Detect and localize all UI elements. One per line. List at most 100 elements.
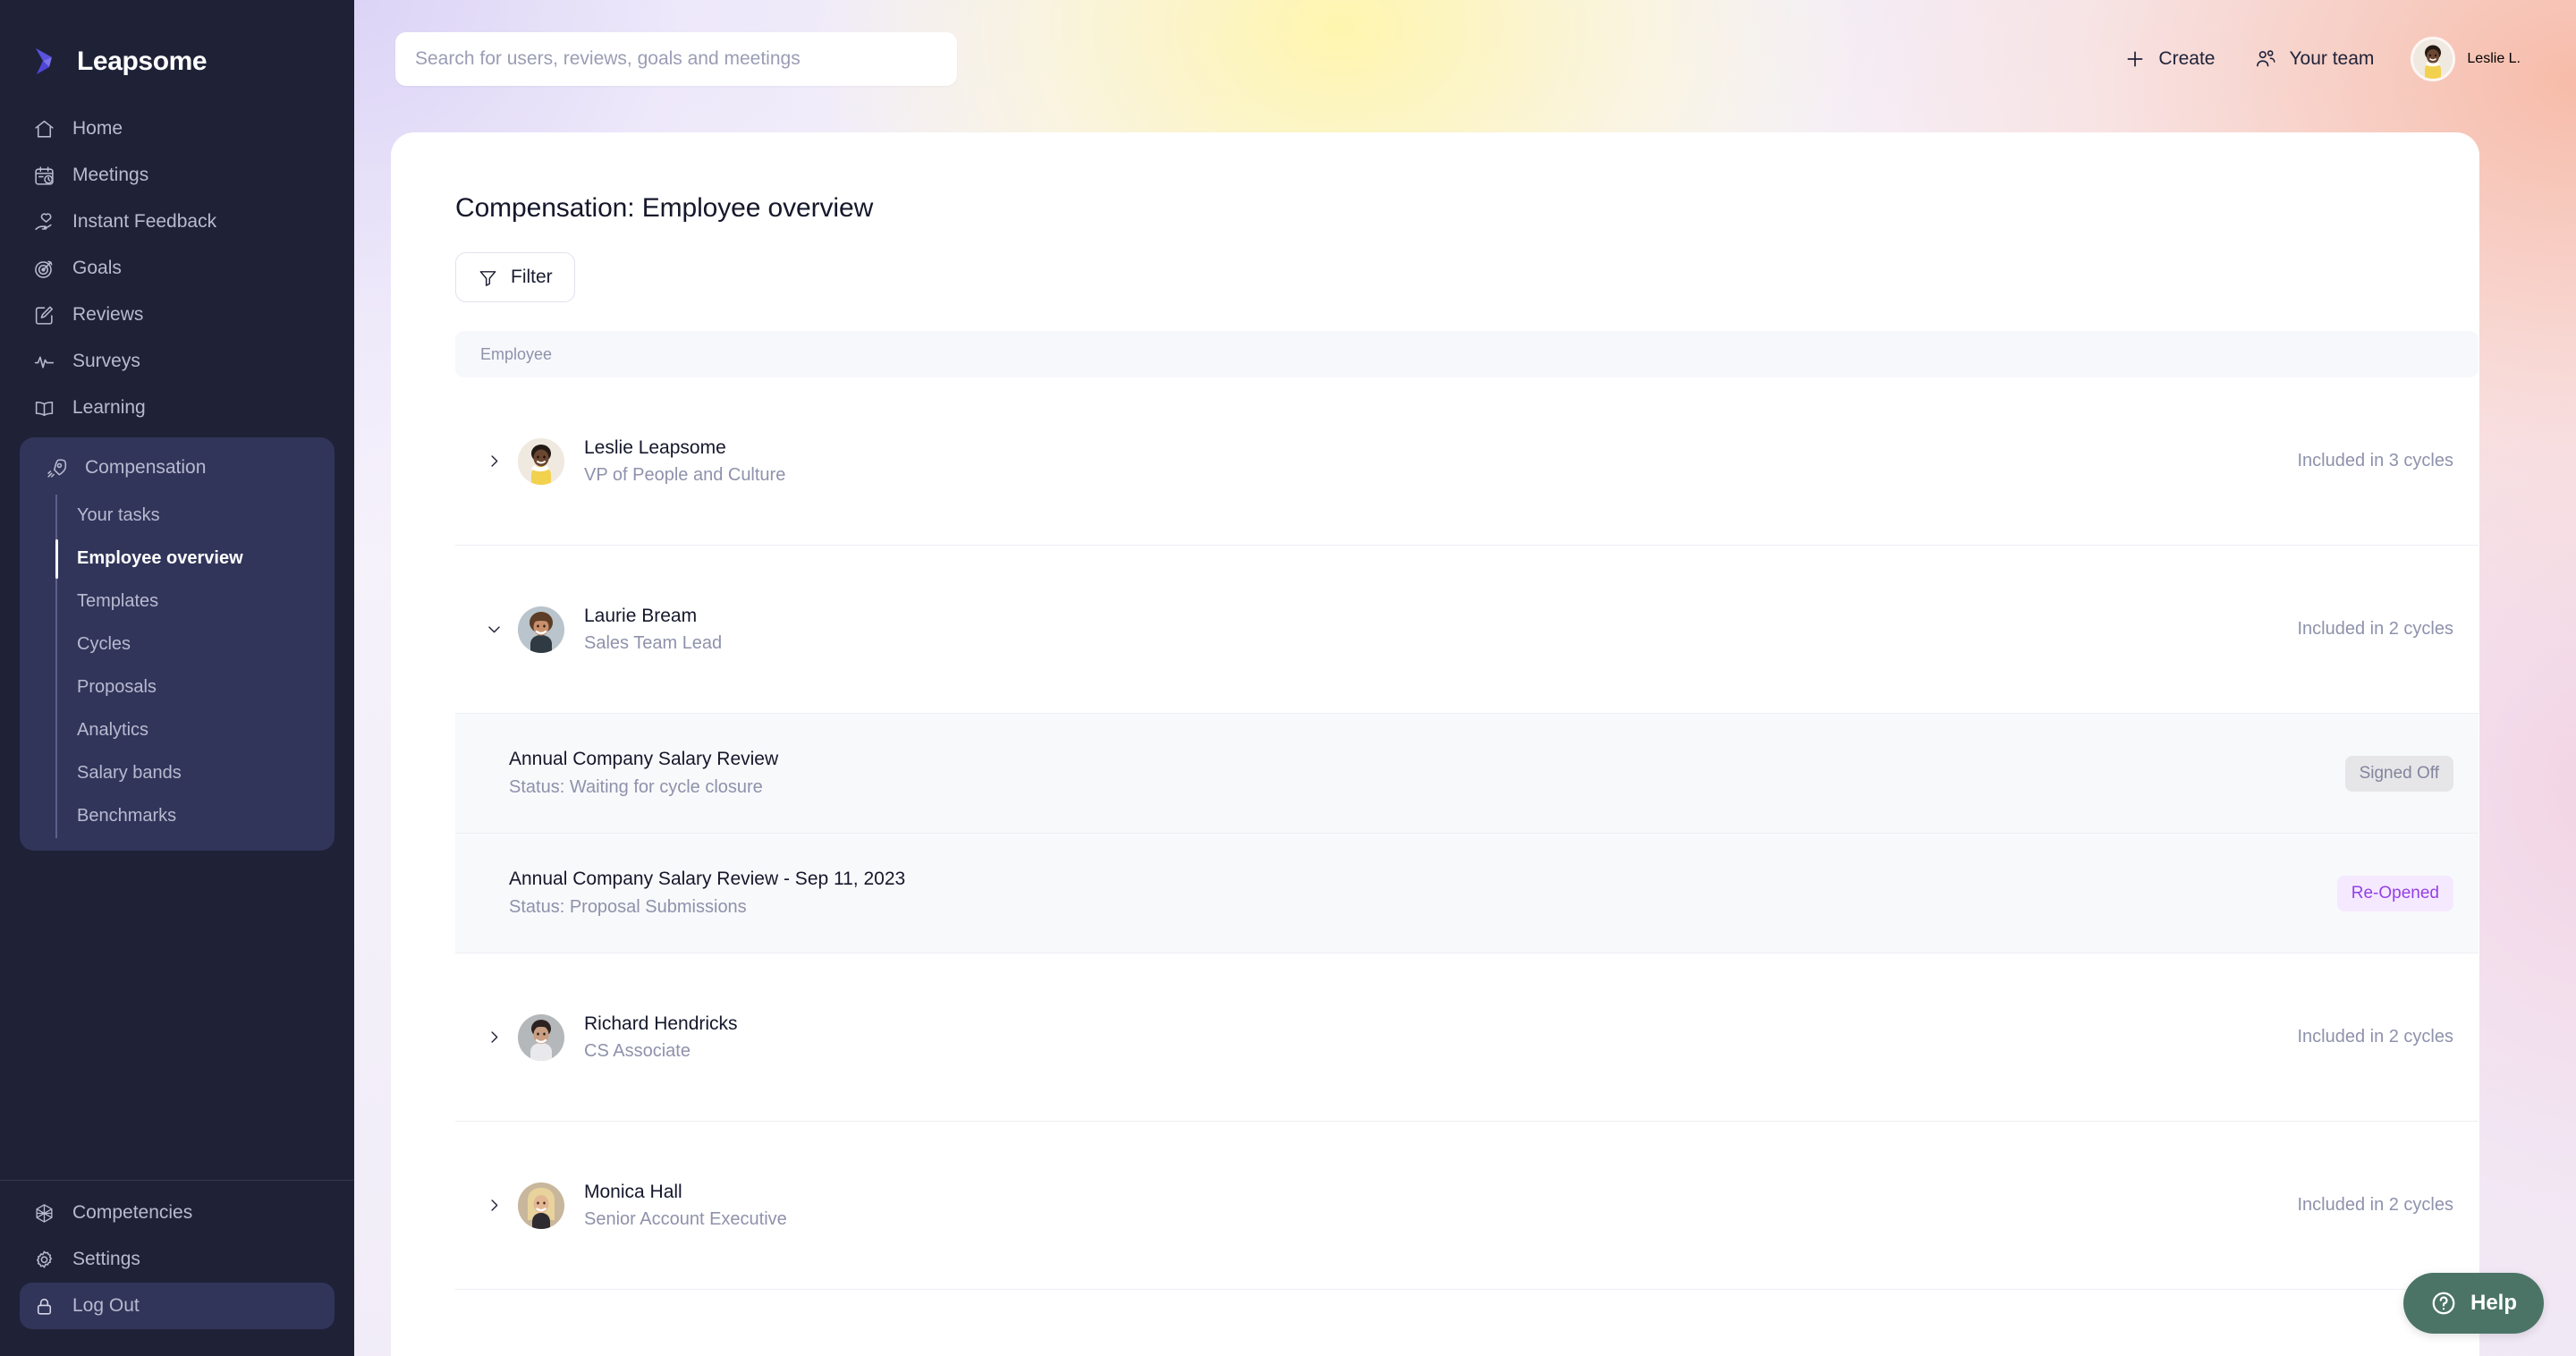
sidebar-item-logout[interactable]: Log Out xyxy=(20,1283,335,1329)
calendar-clock-icon xyxy=(32,164,55,187)
employee-identity: Laurie Bream Sales Team Lead xyxy=(518,606,722,654)
target-icon xyxy=(32,257,55,280)
chevron-right-icon[interactable] xyxy=(480,1029,507,1046)
sidebar-item-label: Surveys xyxy=(72,351,140,371)
people-icon xyxy=(2254,47,2277,71)
sidebar-item-proposals[interactable]: Proposals xyxy=(77,666,335,709)
sidebar-item-cycles[interactable]: Cycles xyxy=(77,623,335,666)
sidebar-item-instant-feedback[interactable]: Instant Feedback xyxy=(20,199,335,245)
your-team-label: Your team xyxy=(2289,48,2375,69)
employee-name: Monica Hall xyxy=(584,1181,682,1202)
employee-identity: Monica Hall Senior Account Executive xyxy=(518,1182,787,1230)
user-label: Leslie L. xyxy=(2467,51,2521,66)
brand-name: Leapsome xyxy=(77,47,208,76)
sidebar-item-reviews[interactable]: Reviews xyxy=(20,292,335,338)
avatar xyxy=(518,606,564,653)
cycle-row[interactable]: Annual Company Salary Review - Sep 11, 2… xyxy=(455,834,2479,953)
employee-cycle-count: Included in 3 cycles xyxy=(2297,451,2453,470)
sidebar-item-label: Competencies xyxy=(72,1202,193,1223)
employee-identity: Leslie Leapsome VP of People and Culture xyxy=(518,437,785,486)
sidebar-item-label: Log Out xyxy=(72,1295,140,1316)
employee-name: Leslie Leapsome xyxy=(584,436,726,458)
sidebar-item-benchmarks[interactable]: Benchmarks xyxy=(77,795,335,838)
employee-identity: Richard Hendricks CS Associate xyxy=(518,1013,738,1062)
sidebar-item-meetings[interactable]: Meetings xyxy=(20,152,335,199)
employee-cycle-count: Included in 2 cycles xyxy=(2297,1195,2453,1215)
sidebar-item-learning[interactable]: Learning xyxy=(20,385,335,431)
home-icon xyxy=(32,117,55,140)
employee-text: Monica Hall Senior Account Executive xyxy=(584,1182,787,1230)
brand[interactable]: Leapsome xyxy=(0,0,354,86)
sidebar-group-compensation: Compensation Your tasks Employee overvie… xyxy=(20,437,335,851)
help-label: Help xyxy=(2470,1291,2517,1315)
chevron-right-icon[interactable] xyxy=(480,1197,507,1214)
cycle-title: Annual Company Salary Review xyxy=(509,749,779,769)
main-content-card: Compensation: Employee overview Filter E… xyxy=(391,132,2479,1356)
table-header-row: Employee xyxy=(455,331,2479,377)
status-badge: Signed Off xyxy=(2344,755,2453,792)
table-row[interactable]: Monica Hall Senior Account Executive Inc… xyxy=(455,1122,2479,1290)
table-row[interactable]: Laurie Bream Sales Team Lead Included in… xyxy=(455,546,2479,714)
sidebar-item-label: Instant Feedback xyxy=(72,211,217,232)
your-team-button[interactable]: Your team xyxy=(2254,47,2374,71)
pulse-icon xyxy=(32,350,55,373)
sidebar-item-goals[interactable]: Goals xyxy=(20,245,335,292)
employee-text: Leslie Leapsome VP of People and Culture xyxy=(584,437,785,486)
cycle-status: Status: Waiting for cycle closure xyxy=(509,777,763,797)
table-row[interactable]: Leslie Leapsome VP of People and Culture… xyxy=(455,377,2479,546)
sidebar-item-label: Goals xyxy=(72,258,122,278)
column-header-employee: Employee xyxy=(480,344,553,363)
employee-text: Richard Hendricks CS Associate xyxy=(584,1013,738,1062)
sidebar-item-settings[interactable]: Settings xyxy=(20,1236,335,1283)
create-button[interactable]: Create xyxy=(2123,47,2215,71)
filter-icon xyxy=(478,267,498,288)
employee-name: Richard Hendricks xyxy=(584,1013,738,1034)
employee-role: Senior Account Executive xyxy=(584,1208,787,1229)
table-row[interactable]: Richard Hendricks CS Associate Included … xyxy=(455,953,2479,1122)
create-label: Create xyxy=(2158,48,2216,69)
sidebar-item-analytics[interactable]: Analytics xyxy=(77,709,335,752)
sidebar-item-label: Home xyxy=(72,118,123,139)
cycle-row[interactable]: Annual Company Salary Review Status: Wai… xyxy=(455,714,2479,834)
sidebar-item-salary-bands[interactable]: Salary bands xyxy=(77,752,335,795)
sidebar-item-templates[interactable]: Templates xyxy=(77,581,335,623)
leapsome-logo-icon xyxy=(32,46,64,78)
user-menu[interactable]: Leslie L. xyxy=(2413,39,2521,79)
filter-label: Filter xyxy=(511,267,553,287)
sidebar-item-surveys[interactable]: Surveys xyxy=(20,338,335,385)
topbar-actions: Create Your team Leslie L. xyxy=(2123,39,2521,79)
sidebar-item-label: Reviews xyxy=(72,304,144,325)
competency-icon xyxy=(32,1201,55,1225)
avatar xyxy=(2413,39,2453,79)
sidebar-item-competencies[interactable]: Competencies xyxy=(20,1190,335,1236)
search-input[interactable] xyxy=(395,32,957,86)
sidebar-item-your-tasks[interactable]: Your tasks xyxy=(77,495,335,538)
help-button[interactable]: Help xyxy=(2402,1273,2544,1334)
sidebar-nav: Home Meetings Instant Feedback Goals Rev… xyxy=(0,106,354,851)
sidebar-item-label: Compensation xyxy=(85,457,207,478)
sidebar-item-label: Learning xyxy=(72,397,146,418)
cycle-text: Annual Company Salary Review Status: Wai… xyxy=(480,749,778,798)
status-badge: Re-Opened xyxy=(2336,875,2453,911)
filter-button[interactable]: Filter xyxy=(455,252,575,302)
sidebar-divider xyxy=(0,1180,354,1181)
topbar: Create Your team xyxy=(354,0,2576,118)
employee-role: CS Associate xyxy=(584,1040,691,1061)
chevron-down-icon[interactable] xyxy=(480,621,507,638)
employee-role: VP of People and Culture xyxy=(584,464,786,485)
plus-icon xyxy=(2123,47,2147,71)
book-icon xyxy=(32,396,55,420)
sidebar-item-home[interactable]: Home xyxy=(20,106,335,152)
sidebar-sublist-compensation: Your tasks Employee overview Templates C… xyxy=(55,495,335,838)
employee-cycle-count: Included in 2 cycles xyxy=(2297,619,2453,639)
heart-hand-icon xyxy=(32,210,55,233)
employee-name: Laurie Bream xyxy=(584,605,698,626)
cycle-title: Annual Company Salary Review - Sep 11, 2… xyxy=(509,869,906,889)
sidebar: Leapsome Home Meetings Instant Feedback … xyxy=(0,0,354,1356)
chevron-right-icon[interactable] xyxy=(480,453,507,470)
sidebar-item-compensation[interactable]: Compensation xyxy=(32,445,322,491)
sidebar-item-employee-overview[interactable]: Employee overview xyxy=(55,538,335,581)
avatar xyxy=(518,1013,564,1061)
page-title: Compensation: Employee overview xyxy=(455,193,874,223)
